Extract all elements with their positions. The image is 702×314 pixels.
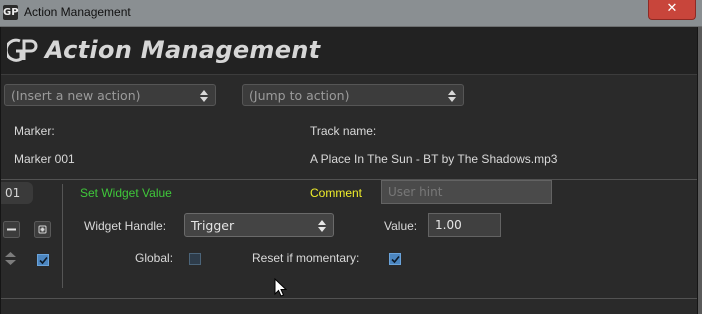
mouse-cursor-icon [274, 278, 287, 297]
window-titlebar: GP Action Management ✕ [0, 0, 702, 27]
value-input[interactable]: 1.00 [428, 213, 501, 237]
action-type-label: Set Widget Value [80, 186, 172, 200]
widget-handle-value: Trigger [191, 218, 235, 233]
add-action-button[interactable] [34, 221, 51, 238]
action-number-tab: 01 [1, 182, 33, 204]
check-icon [39, 256, 48, 265]
window-title: Action Management [24, 5, 131, 19]
global-label: Global: [135, 251, 174, 265]
insert-action-label: (Insert a new action) [11, 88, 141, 103]
app-logo-icon: GP [3, 5, 19, 20]
close-button[interactable]: ✕ [648, 0, 696, 20]
reset-if-momentary-label: Reset if momentary: [252, 251, 360, 265]
jump-to-action-label: (Jump to action) [249, 88, 350, 103]
header: Action Management [1, 27, 697, 75]
comment-input[interactable]: User hint [381, 180, 552, 204]
check-icon [391, 255, 400, 264]
marker-label: Marker: [14, 124, 55, 138]
jump-to-action-dropdown[interactable]: (Jump to action) [242, 84, 464, 106]
value-label: Value: [384, 219, 418, 233]
divider [1, 179, 697, 180]
marker-value: Marker 001 [14, 152, 75, 166]
updown-arrows-icon [448, 90, 456, 102]
divider [62, 184, 63, 288]
widget-handle-dropdown[interactable]: Trigger [184, 213, 334, 237]
action-management-window: Action Management (Insert a new action) … [0, 27, 698, 314]
insert-action-dropdown[interactable]: (Insert a new action) [4, 84, 216, 106]
track-name-label: Track name: [310, 124, 377, 138]
divider [1, 298, 697, 299]
track-name-value: A Place In The Sun - BT by The Shadows.m… [310, 152, 558, 166]
reset-if-momentary-checkbox[interactable] [389, 253, 401, 265]
remove-action-button[interactable] [3, 221, 20, 238]
global-checkbox[interactable] [189, 253, 201, 265]
action-enabled-checkbox[interactable] [37, 254, 49, 266]
updown-arrows-icon [318, 220, 326, 232]
updown-arrows-icon [200, 90, 208, 102]
widget-handle-label: Widget Handle: [84, 219, 167, 233]
brand-logo-icon [7, 38, 38, 62]
header-title: Action Management [45, 36, 321, 64]
comment-label: Comment [310, 186, 363, 200]
reorder-icon[interactable] [2, 250, 19, 267]
